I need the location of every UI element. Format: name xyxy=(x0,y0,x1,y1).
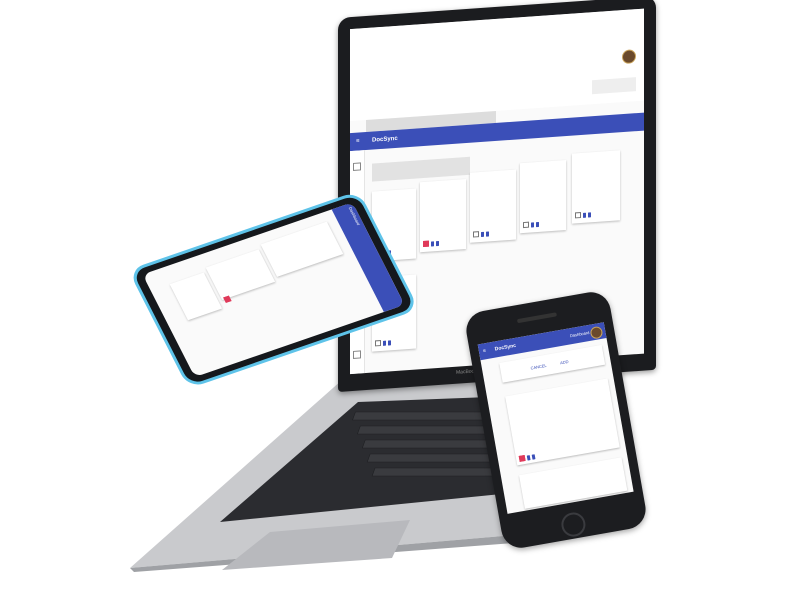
app-title: DocSync xyxy=(372,135,398,144)
delete-icon[interactable] xyxy=(588,211,591,218)
avatar[interactable] xyxy=(589,325,604,340)
archive-icon[interactable] xyxy=(431,240,434,246)
dashboard-label: Dashboard xyxy=(569,329,590,339)
laptop-top-area xyxy=(350,8,644,122)
note-card[interactable] xyxy=(572,150,620,224)
note-text xyxy=(575,163,617,166)
note-actions xyxy=(473,229,513,240)
note-card[interactable] xyxy=(205,249,276,300)
settings-icon[interactable] xyxy=(353,350,361,359)
add-button[interactable]: ADD xyxy=(560,359,569,365)
note-text xyxy=(375,202,413,205)
note-actions xyxy=(523,219,563,230)
delete-icon[interactable] xyxy=(536,221,539,227)
note-card[interactable] xyxy=(519,457,628,509)
note-text xyxy=(524,467,621,484)
archive-icon[interactable] xyxy=(383,340,386,346)
archive-icon[interactable] xyxy=(531,221,534,228)
note-timestamp xyxy=(473,173,513,176)
left-phone-dashboard-label: Dashboard xyxy=(347,206,362,226)
checkbox-icon[interactable] xyxy=(575,212,581,219)
note-timestamp xyxy=(523,163,563,166)
phone-speaker xyxy=(516,312,557,324)
note-card[interactable] xyxy=(470,169,516,243)
note-card[interactable] xyxy=(505,378,620,466)
note-timestamp xyxy=(575,153,617,156)
cancel-button[interactable]: CANCEL xyxy=(530,363,547,371)
note-card[interactable] xyxy=(520,160,566,234)
tag-icon[interactable] xyxy=(518,454,526,462)
note-text xyxy=(523,173,563,176)
note-actions xyxy=(518,453,536,462)
note-timestamp xyxy=(523,461,620,478)
home-button[interactable] xyxy=(559,510,588,539)
note-timestamp xyxy=(509,382,606,399)
delete-icon[interactable] xyxy=(436,240,439,246)
checkbox-icon[interactable] xyxy=(375,339,381,347)
checkbox-icon[interactable] xyxy=(523,221,529,229)
menu-icon[interactable]: ≡ xyxy=(482,343,488,359)
archive-icon[interactable] xyxy=(583,212,586,218)
note-card[interactable] xyxy=(260,221,344,277)
delete-icon[interactable] xyxy=(531,453,536,460)
app-title: DocSync xyxy=(494,342,517,353)
note-actions xyxy=(575,209,617,220)
delete-icon[interactable] xyxy=(388,339,391,346)
note-text xyxy=(423,192,463,195)
note-timestamp xyxy=(423,182,463,185)
note-actions xyxy=(375,338,413,349)
archive-icon[interactable] xyxy=(481,231,484,237)
archive-icon[interactable] xyxy=(526,454,531,461)
notes-icon[interactable] xyxy=(353,162,361,171)
menu-icon[interactable]: ≡ xyxy=(356,132,360,150)
note-actions xyxy=(423,238,463,249)
note-text xyxy=(510,388,607,405)
new-note-input[interactable] xyxy=(372,156,470,182)
delete-icon[interactable] xyxy=(486,230,489,237)
note-text xyxy=(473,183,513,186)
right-phone-screen: ≡ DocSync Dashboard CANCEL ADD xyxy=(477,322,634,514)
checkbox-icon[interactable] xyxy=(473,231,479,238)
tag-icon[interactable] xyxy=(423,240,429,248)
note-timestamp xyxy=(375,192,413,195)
note-card[interactable] xyxy=(420,179,466,253)
